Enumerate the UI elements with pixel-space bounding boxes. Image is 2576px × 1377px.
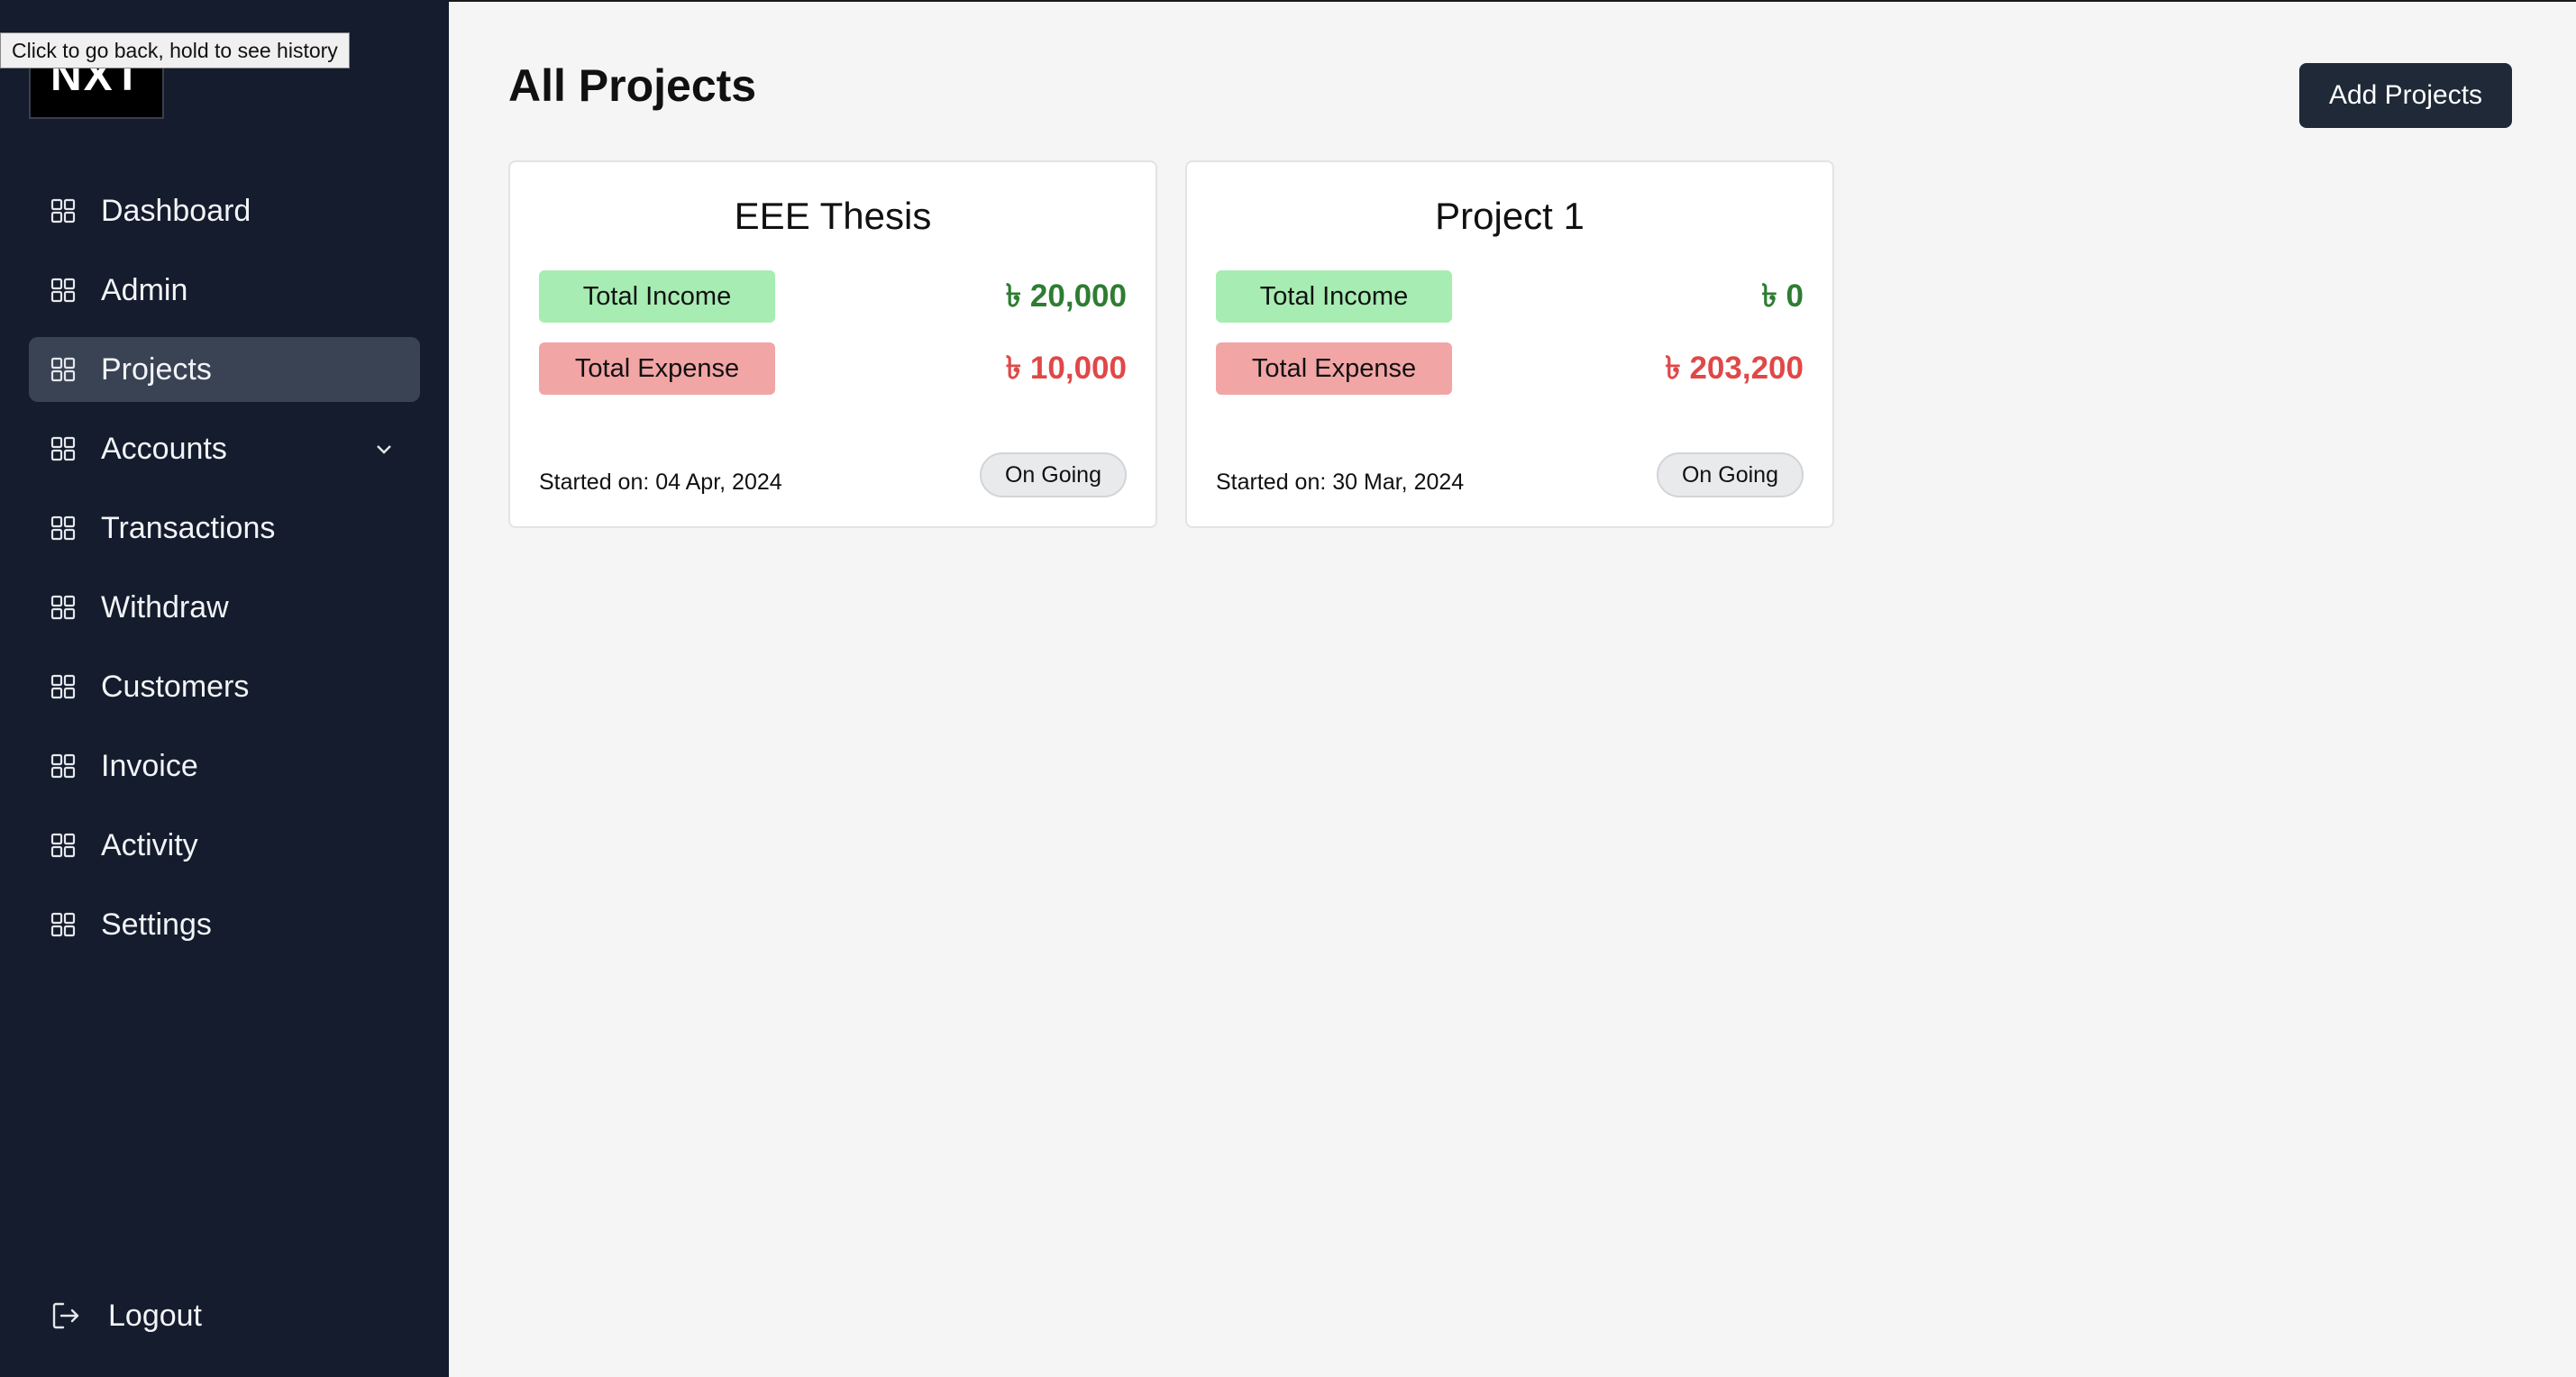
sidebar-item-withdraw[interactable]: Withdraw bbox=[29, 575, 420, 640]
sidebar-item-activity[interactable]: Activity bbox=[29, 813, 420, 878]
project-card[interactable]: EEE Thesis Total Income ৳ 20,000 Total E… bbox=[508, 160, 1157, 528]
grid-icon bbox=[50, 753, 76, 779]
logout-button[interactable]: Logout bbox=[50, 1292, 202, 1339]
sidebar-item-label: Admin bbox=[101, 272, 188, 307]
total-income-badge: Total Income bbox=[1216, 270, 1452, 323]
sidebar-item-customers[interactable]: Customers bbox=[29, 654, 420, 719]
total-expense-value: ৳ 203,200 bbox=[1665, 351, 1804, 386]
grid-icon bbox=[50, 833, 76, 858]
add-projects-button[interactable]: Add Projects bbox=[2299, 63, 2512, 128]
grid-icon bbox=[50, 515, 76, 541]
start-date: Started on: 04 Apr, 2024 bbox=[539, 470, 782, 495]
sidebar-item-label: Transactions bbox=[101, 510, 276, 545]
grid-icon bbox=[50, 674, 76, 699]
status-badge: On Going bbox=[979, 452, 1127, 497]
project-card[interactable]: Project 1 Total Income ৳ 0 Total Expense… bbox=[1185, 160, 1834, 528]
sidebar-item-accounts[interactable]: Accounts bbox=[29, 416, 420, 481]
project-name: EEE Thesis bbox=[734, 195, 932, 237]
start-date: Started on: 30 Mar, 2024 bbox=[1216, 470, 1465, 495]
sidebar-item-settings[interactable]: Settings bbox=[29, 892, 420, 957]
grid-icon bbox=[50, 912, 76, 937]
total-income-value: ৳ 0 bbox=[1761, 278, 1804, 314]
sidebar-item-label: Customers bbox=[101, 669, 250, 704]
grid-icon bbox=[50, 198, 76, 223]
back-tooltip: Click to go back, hold to see history bbox=[0, 32, 350, 68]
sidebar-item-dashboard[interactable]: Dashboard bbox=[29, 178, 420, 243]
total-expense-badge: Total Expense bbox=[1216, 342, 1452, 395]
total-expense-badge: Total Expense bbox=[539, 342, 775, 395]
sidebar: NXT Click to go back, hold to see histor… bbox=[0, 0, 449, 1377]
grid-icon bbox=[50, 278, 76, 303]
sidebar-item-projects[interactable]: Projects bbox=[29, 337, 420, 402]
grid-icon bbox=[50, 595, 76, 620]
sidebar-item-admin[interactable]: Admin bbox=[29, 258, 420, 323]
project-name: Project 1 bbox=[1435, 195, 1585, 237]
chevron-down-icon[interactable] bbox=[373, 438, 395, 460]
status-badge: On Going bbox=[1656, 452, 1804, 497]
sidebar-item-label: Activity bbox=[101, 827, 198, 862]
total-income-badge: Total Income bbox=[539, 270, 775, 323]
top-border bbox=[449, 0, 2576, 2]
sidebar-item-label: Withdraw bbox=[101, 589, 229, 625]
grid-icon bbox=[50, 436, 76, 461]
logout-label: Logout bbox=[108, 1298, 202, 1333]
sidebar-item-label: Settings bbox=[101, 907, 212, 942]
logout-icon bbox=[52, 1302, 79, 1329]
sidebar-item-label: Dashboard bbox=[101, 193, 251, 228]
sidebar-item-label: Projects bbox=[101, 351, 212, 387]
page-title: All Projects bbox=[508, 60, 757, 111]
total-income-value: ৳ 20,000 bbox=[1005, 278, 1127, 314]
sidebar-item-invoice[interactable]: Invoice bbox=[29, 734, 420, 798]
sidebar-item-label: Accounts bbox=[101, 431, 227, 466]
total-expense-value: ৳ 10,000 bbox=[1005, 351, 1127, 386]
sidebar-nav: Dashboard Admin Projects Accounts Transa… bbox=[29, 178, 420, 971]
sidebar-item-label: Invoice bbox=[101, 748, 198, 783]
grid-icon bbox=[50, 357, 76, 382]
sidebar-item-transactions[interactable]: Transactions bbox=[29, 496, 420, 561]
